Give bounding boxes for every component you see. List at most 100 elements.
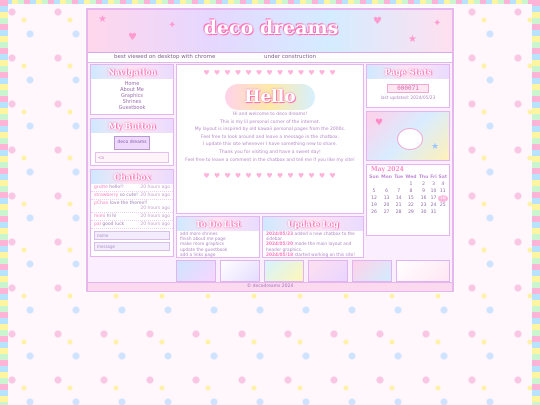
calendar-day: 4 — [441, 182, 445, 187]
calendar-day — [393, 181, 404, 188]
todo-box: To Do List add more shrines finish about… — [176, 216, 260, 258]
chat-text: hi hi — [106, 214, 117, 219]
navigation-box: Navigation Home About Me Graphics Shrine… — [90, 64, 174, 115]
site-title: deco dreams — [203, 17, 339, 39]
calendar-day: 9 — [422, 189, 426, 194]
my-button-box: My Button deco dreams <a href="decodream… — [90, 118, 174, 166]
chat-text: hello!! — [109, 185, 124, 190]
calendar-day: 24 — [430, 203, 437, 208]
intro-line: Feel free to look around and leave a mes… — [201, 134, 339, 140]
chat-author[interactable]: grutte — [94, 185, 108, 190]
star-icon: ★ — [98, 14, 107, 25]
button-code-field[interactable]: <a href="decodreams.neocities.org"><img … — [95, 152, 169, 163]
page-stats-box: Page Stats 000071 last updated: 2024/05/… — [366, 64, 450, 108]
calendar-day: 17 — [430, 196, 437, 201]
nav-link-guestbook[interactable]: Guestbook — [91, 105, 173, 111]
calendar-day: 19 — [371, 203, 377, 208]
calendar-month: May 2024 — [371, 166, 404, 173]
calendar-day: 31 — [430, 210, 437, 215]
heart-garland-icon: ♥ ♥ ♥ ♥ ♥ ♥ ♥ ♥ ♥ ♥ ♥ ♥ ♥ — [203, 69, 337, 77]
weekday-label: Tue — [394, 175, 404, 180]
calendar-day: 26 — [371, 210, 377, 215]
weekday-label: Sat — [438, 175, 447, 180]
nav-list: Home About Me Graphics Shrines Guestbook — [91, 79, 173, 114]
intro-line: Feel free to leave a comment in the chat… — [185, 157, 355, 163]
update-log-title: Update Log — [263, 217, 363, 231]
heart-icon: ♥ — [128, 32, 137, 43]
hit-counter: 000071 — [387, 84, 429, 93]
chat-time: 20 hours ago — [140, 214, 170, 219]
page-stats-title: Page Stats — [367, 65, 449, 79]
calendar-day: 20 — [383, 203, 390, 208]
calendar-day: 3 — [432, 182, 435, 187]
chat-text: love the theme!! — [109, 201, 148, 206]
calendar-day: 11 — [439, 189, 446, 194]
calendar-day: 22 — [408, 203, 414, 208]
intro-line: This is my lil personal corner of the in… — [220, 119, 320, 125]
decorative-graphic: ♥ ★ — [366, 111, 450, 161]
heart-garland-icon: ♥ ♥ ♥ ♥ ♥ ♥ ♥ ♥ ♥ ♥ ♥ ♥ ♥ — [203, 172, 337, 181]
chat-message: grutte hello!! 20 hours ago — [91, 184, 173, 192]
calendar-day: 21 — [395, 203, 402, 208]
weekday-label: Fri — [430, 175, 437, 180]
welcome-panel: ♥ ♥ ♥ ♥ ♥ ♥ ♥ ♥ ♥ ♥ ♥ ♥ ♥ Hello Hi and w… — [176, 64, 364, 214]
calendar-day: 29 — [408, 210, 414, 215]
construction-note: under construction — [264, 54, 317, 60]
calendar-day: 7 — [397, 189, 401, 194]
chat-author[interactable]: strawberry — [94, 193, 118, 198]
heart-icon: ♥ — [373, 16, 382, 27]
rainbow-left-edge — [0, 0, 8, 405]
calendar-day — [438, 209, 448, 216]
calendar-day: 13 — [383, 196, 390, 201]
info-bar: best viewed on desktop with chrome under… — [88, 53, 452, 63]
graphic-thumbnail[interactable] — [264, 260, 304, 282]
todo-list: add more shrines finish about me page ma… — [177, 231, 259, 259]
graphics-strip — [176, 260, 452, 284]
graphic-thumbnail[interactable] — [396, 260, 450, 282]
weekday-label: Thu — [418, 175, 429, 180]
calendar-day: 27 — [383, 210, 390, 215]
calendar-day — [380, 181, 393, 188]
calendar-day: 2 — [422, 182, 426, 187]
weekday-label: Wed — [405, 175, 417, 180]
chat-text: so cute! — [119, 193, 138, 198]
graphic-thumbnail[interactable] — [176, 260, 216, 282]
last-updated: last updated: 2024/05/23 — [380, 96, 436, 101]
calendar-grid: Sun Mon Tue Wed Thu Fri Sat 1 2 3 4 5 6 … — [368, 174, 448, 216]
update-entry: 2024/05/20 made the main layout and head… — [266, 242, 352, 253]
chat-author[interactable]: mimi — [94, 214, 105, 219]
calendar-day: 15 — [408, 196, 414, 201]
intro-line: My layout is inspired by old kawaii pers… — [194, 127, 346, 133]
star-icon: ★ — [408, 34, 417, 45]
calendar-day: 1 — [409, 182, 413, 187]
chat-message-input[interactable]: message — [94, 242, 170, 251]
heart-icon: ♥ — [375, 118, 384, 128]
graphic-thumbnail[interactable] — [352, 260, 392, 282]
update-log-box: Update Log 2024/05/23 added a new chatbo… — [262, 216, 364, 258]
weekday-label: Sun — [369, 175, 379, 180]
chat-name-input[interactable]: name — [94, 231, 170, 240]
chatbox-title: Chatbox — [91, 170, 173, 184]
chat-author[interactable]: pChan — [94, 201, 108, 206]
hello-banner: Hello — [225, 84, 315, 110]
star-icon: ★ — [431, 142, 440, 152]
calendar-day — [368, 181, 380, 188]
calendar-day: 23 — [420, 203, 427, 208]
chat-message: pChan love the theme!! 20 hours ago — [91, 200, 173, 213]
calendar-day: 16 — [420, 196, 427, 201]
update-list: 2024/05/23 added a new chatbox to the si… — [263, 231, 363, 259]
site-button-image[interactable]: deco dreams — [114, 136, 150, 150]
intro-line: Thank you for visiting and have a sweet … — [219, 149, 321, 155]
graphic-thumbnail[interactable] — [308, 260, 348, 282]
calendar-day: 12 — [371, 196, 377, 201]
calendar-day: 28 — [395, 210, 402, 215]
intro-line: I update this site whenever I have somet… — [203, 142, 337, 148]
rainbow-right-edge — [532, 0, 540, 405]
update-entry: 2024/05/23 added a new chatbox to the si… — [266, 232, 355, 243]
todo-item: add a links page — [180, 252, 216, 258]
weekday-label: Mon — [381, 175, 392, 180]
calendar-day: 5 — [372, 189, 376, 194]
chat-author[interactable]: pal — [94, 222, 101, 227]
chat-message: strawberry so cute! 20 hours ago — [91, 192, 173, 200]
graphic-thumbnail[interactable] — [220, 260, 260, 282]
